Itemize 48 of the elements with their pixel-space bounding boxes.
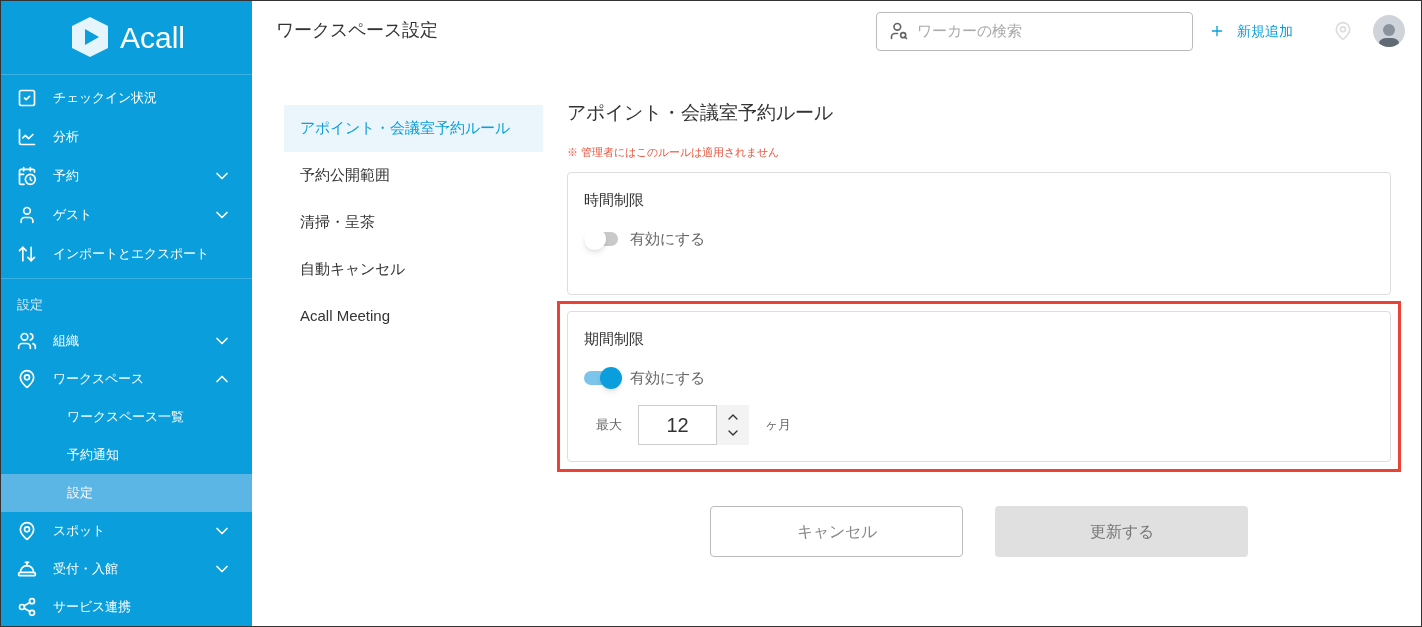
map-pin-icon	[17, 369, 37, 389]
people-icon	[17, 331, 37, 351]
up-down-arrows-icon	[17, 244, 37, 264]
sidebar-item[interactable]: インポートとエクスポート	[1, 234, 252, 274]
admin-note: ※ 管理者にはこのルールは適用されません	[567, 144, 781, 160]
map-pin-icon	[17, 521, 37, 541]
calendar-clock-icon	[17, 166, 37, 186]
sidebar-subitem[interactable]: ワークスペース一覧	[1, 398, 252, 436]
line-chart-icon	[17, 127, 37, 147]
section-title: アポイント・会議室予約ルール	[567, 101, 834, 125]
settings-tab[interactable]: アポイント・会議室予約ルール	[284, 105, 543, 152]
sidebar-item[interactable]: 受付・入館	[1, 550, 252, 588]
bell-icon	[17, 559, 37, 579]
settings-tab[interactable]: 清掃・呈茶	[284, 199, 543, 246]
search-input[interactable]: ワーカーの検索	[917, 19, 1180, 43]
toggle-label: 有効にする	[630, 228, 705, 249]
search-field[interactable]: ワーカーの検索	[876, 11, 1193, 51]
sidebar-item[interactable]: ゲスト	[1, 195, 252, 235]
add-new-link[interactable]: 新規追加	[1209, 20, 1293, 42]
max-label: 最大	[596, 416, 622, 435]
share-icon	[17, 597, 37, 617]
number-field[interactable]: 12	[638, 405, 717, 445]
settings-tab[interactable]: 予約公開範囲	[284, 152, 543, 199]
unit-label: ヶ月	[765, 416, 791, 435]
plus-icon	[1209, 23, 1225, 39]
avatar[interactable]	[1373, 15, 1405, 47]
person-icon	[17, 205, 37, 225]
cancel-button[interactable]: キャンセル	[710, 506, 963, 557]
sidebar-item[interactable]: 組織	[1, 322, 252, 360]
settings-tab[interactable]: Acall Meeting	[284, 293, 543, 340]
card-title: 時間制限	[584, 190, 645, 210]
person-search-icon	[889, 21, 909, 41]
sidebar-item[interactable]: チェックイン状況	[1, 78, 252, 118]
logo-text: Acall	[120, 19, 185, 56]
sidebar-subitem[interactable]: 予約通知	[1, 436, 252, 474]
sidebar-item[interactable]: 分析	[1, 117, 252, 157]
sidebar-item[interactable]: サービス連携	[1, 588, 252, 626]
sidebar-subitem[interactable]: 設定	[1, 474, 252, 512]
toggle-label: 有効にする	[630, 367, 705, 388]
sidebar-item[interactable]: スポット	[1, 512, 252, 550]
page-title: ワークスペース設定	[276, 19, 438, 42]
toggle-switch[interactable]	[584, 366, 622, 389]
sidebar-item[interactable]: ワークスペース	[1, 360, 252, 398]
section-label: 設定	[16, 295, 44, 314]
settings-tab[interactable]: 自動キャンセル	[284, 246, 543, 293]
sidebar-item[interactable]: 予約	[1, 156, 252, 196]
checkbox-icon	[17, 88, 37, 108]
card-title: 期間制限	[584, 329, 645, 349]
